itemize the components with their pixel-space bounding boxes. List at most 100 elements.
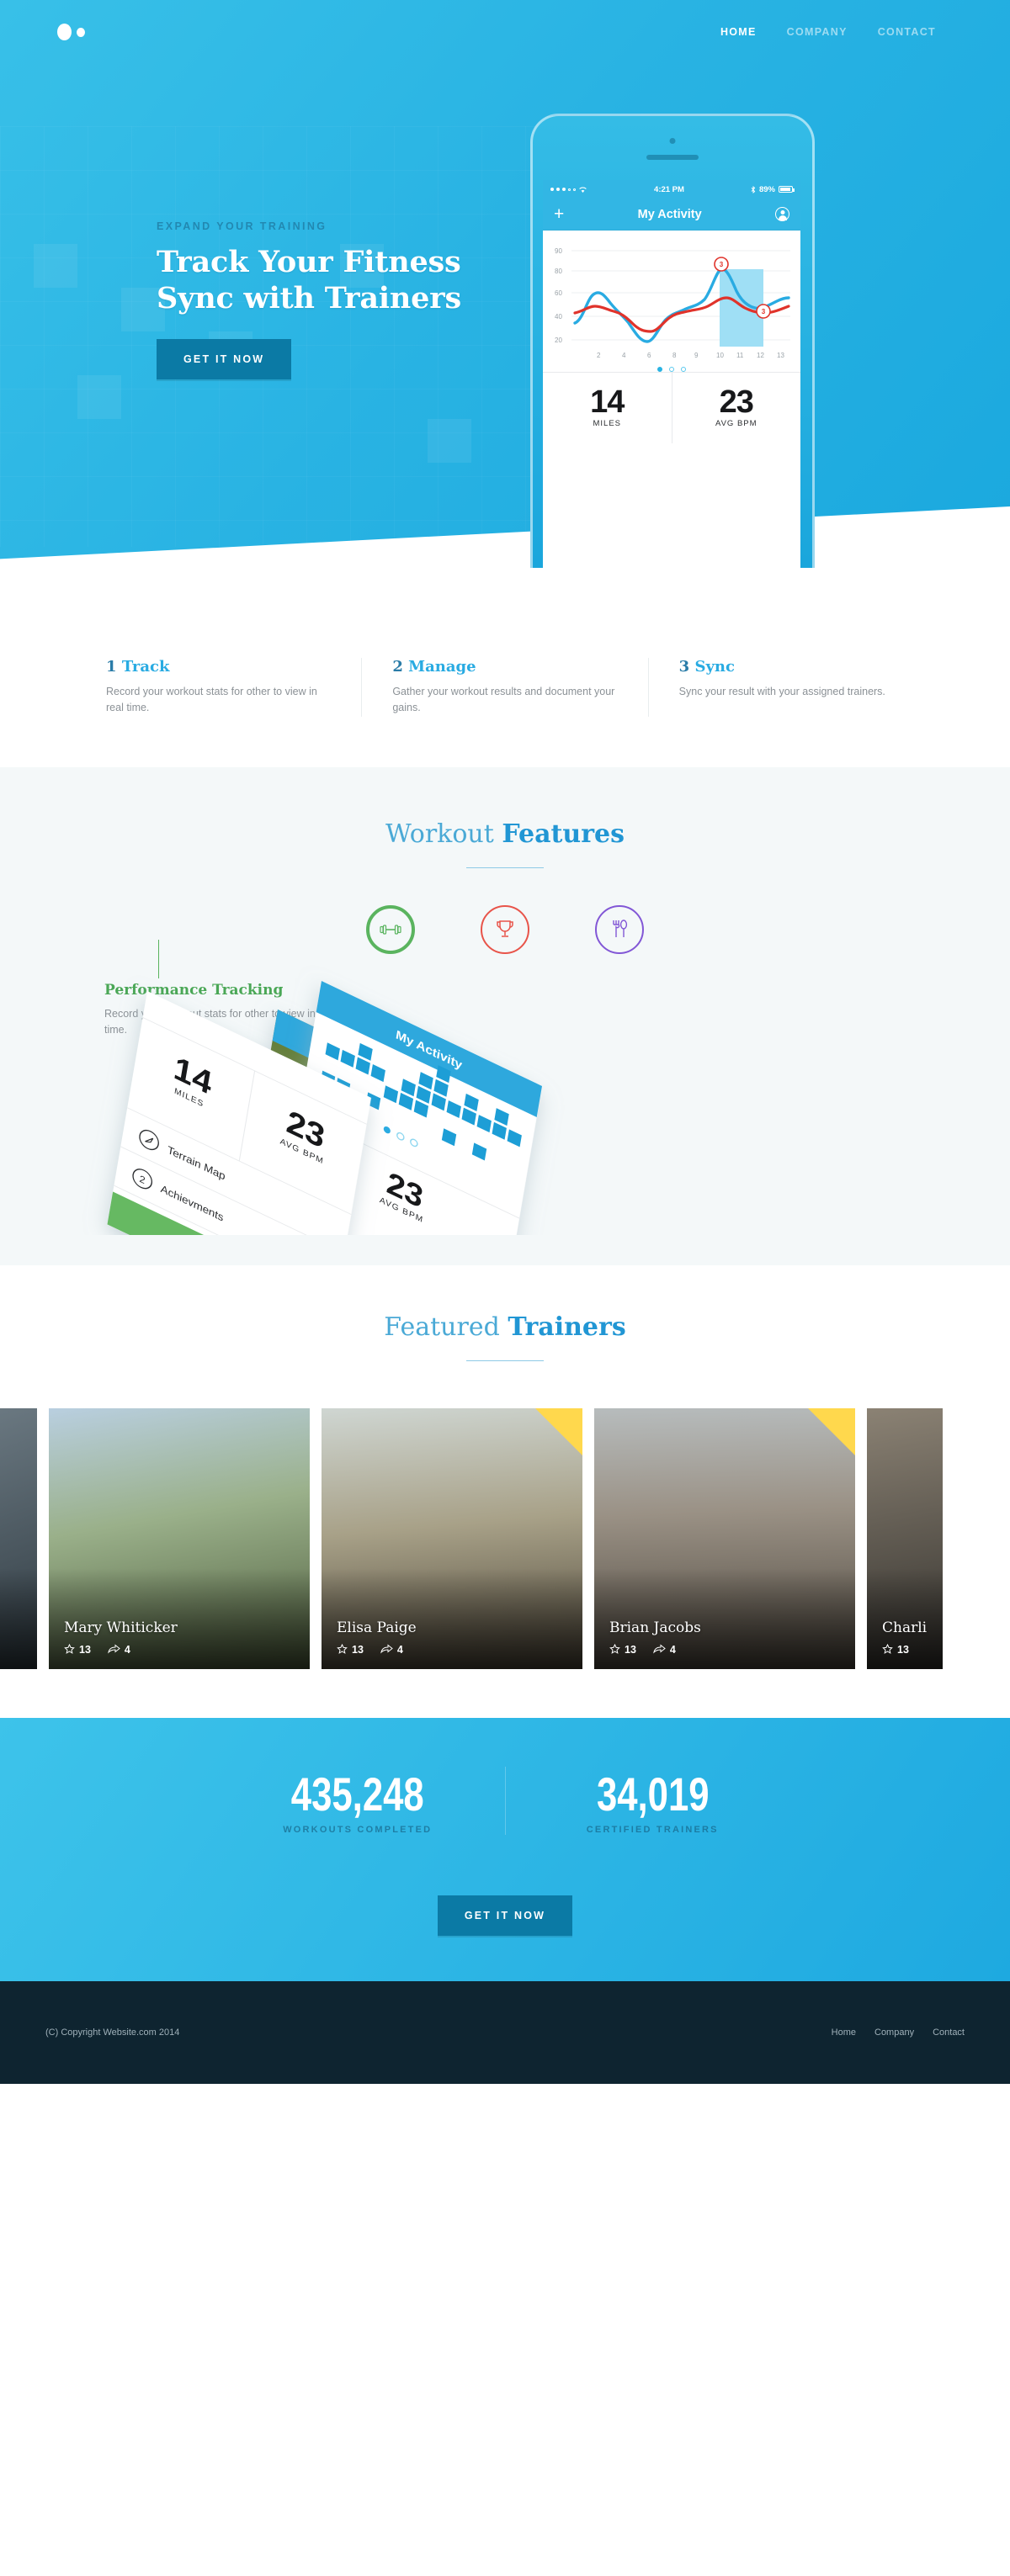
- phone-status-bar: 4:21 PM 89%: [543, 180, 800, 199]
- stat-miles: 14 MILES: [543, 373, 672, 443]
- site-footer: (C) Copyright Website.com 2014 Home Comp…: [0, 1980, 1010, 2084]
- page-title: Track Your Fitness Sync with Trainers: [157, 244, 518, 317]
- pager-dot[interactable]: [681, 367, 686, 372]
- trainer-share-value: 4: [669, 1643, 676, 1656]
- phone-stat-row: 14 MILES 23 AVG BPM: [543, 372, 800, 443]
- svg-text:20: 20: [555, 337, 562, 344]
- trainer-share-value: 4: [396, 1643, 403, 1656]
- footer-inner: (C) Copyright Website.com 2014 Home Comp…: [45, 2027, 965, 2038]
- svg-text:10: 10: [716, 352, 724, 359]
- nav-item-company[interactable]: COMPANY: [787, 26, 848, 38]
- features-title-light: Workout: [385, 819, 494, 849]
- svg-text:3: 3: [762, 308, 766, 315]
- trainer-card-brian[interactable]: Brian Jacobs 13 4: [594, 1407, 855, 1669]
- star-icon: [64, 1644, 75, 1655]
- trainer-name: Elisa Paige: [337, 1619, 417, 1636]
- hero-cta-button[interactable]: GET IT NOW: [157, 338, 292, 379]
- phone-mockup: 4:21 PM 89% + My Activity 90 80 60 40 20…: [530, 114, 815, 568]
- trainer-name: Brian Jacobs: [609, 1619, 701, 1636]
- trainer-stats: 13 4: [609, 1644, 701, 1656]
- svg-text:40: 40: [555, 313, 562, 321]
- wifi-icon: [579, 186, 587, 193]
- feature-icon-row: [0, 904, 1010, 954]
- trainer-stats: 13: [882, 1644, 927, 1656]
- stat-bpm: 23 AVG BPM: [671, 373, 801, 443]
- trainer-rating: 13: [882, 1644, 909, 1656]
- share-icon: [108, 1644, 120, 1654]
- logo-circle-small: [77, 27, 85, 37]
- features-section: Workout Features Performance Tracking Re…: [0, 766, 1010, 1351]
- svg-text:8: 8: [672, 352, 677, 359]
- featured-corner-badge: [808, 1407, 855, 1455]
- nav-item-contact[interactable]: CONTACT: [878, 26, 936, 38]
- footer-nav-home[interactable]: Home: [832, 2027, 856, 2038]
- features-title-bold: Features: [502, 819, 625, 849]
- chart-annotation: 3: [756, 304, 771, 319]
- stat-value: 23: [719, 384, 754, 420]
- stat-label: AVG BPM: [715, 419, 758, 428]
- footer-nav-contact[interactable]: Contact: [933, 2027, 965, 2038]
- trophy-icon: [497, 920, 513, 937]
- battery-icon: [778, 186, 795, 193]
- stat-value: 14: [590, 384, 625, 420]
- trainer-shares: 4: [108, 1644, 130, 1656]
- stats-cta-wrap: GET IT NOW: [0, 1874, 1010, 1936]
- hero-title-line2: Sync with Trainers: [157, 281, 461, 316]
- hero-eyebrow: EXPAND YOUR TRAINING: [157, 220, 327, 232]
- svg-text:4: 4: [622, 352, 626, 359]
- footer-nav-company[interactable]: Company: [874, 2027, 914, 2038]
- trainer-rating: 13: [609, 1644, 636, 1656]
- pager-dot[interactable]: [669, 367, 674, 372]
- stats-cta-button[interactable]: GET IT NOW: [437, 1895, 573, 1936]
- featured-corner-badge: [535, 1407, 582, 1455]
- hero-square: [34, 244, 77, 288]
- feature-tab-performance[interactable]: [366, 904, 415, 954]
- svg-text:11: 11: [736, 352, 744, 359]
- trainer-share-value: 4: [124, 1643, 130, 1656]
- chart-pagination[interactable]: [550, 367, 794, 372]
- stat-value: 34,019: [596, 1767, 710, 1821]
- copyright-text: (C) Copyright Website.com 2014: [45, 2027, 180, 2038]
- status-time: 4:21 PM: [654, 184, 684, 194]
- isometric-mockups: My Activity 23 AVG BPM 14 MILES 23 AVG B…: [107, 980, 542, 1351]
- trainer-shares: 4: [380, 1644, 403, 1656]
- feature-tab-nutrition[interactable]: [595, 904, 644, 954]
- trainer-card-partial-left[interactable]: [0, 1407, 37, 1669]
- title-underline: [466, 867, 544, 868]
- svg-text:3: 3: [720, 261, 724, 268]
- step-title: Sync: [694, 658, 735, 676]
- svg-text:90: 90: [555, 247, 562, 255]
- features-title: Workout Features: [0, 819, 1010, 849]
- activity-chart: 90 80 60 40 20 24 68 9 10 11 12 13 3 3: [543, 231, 800, 372]
- svg-text:80: 80: [555, 268, 562, 275]
- step-description: Sync your result with your assigned trai…: [678, 686, 885, 697]
- profile-icon[interactable]: [775, 207, 789, 221]
- nav-item-home[interactable]: HOME: [720, 26, 757, 38]
- step-title: Manage: [408, 658, 476, 676]
- trainer-rating: 13: [64, 1644, 91, 1656]
- stats-row: 435,248 WORKOUTS COMPLETED 34,019 CERTIF…: [210, 1766, 800, 1835]
- steps-section: 1 Track Record your workout stats for ot…: [76, 606, 934, 767]
- step-number: 2: [392, 658, 403, 676]
- trainer-card-elisa[interactable]: Elisa Paige 13 4: [322, 1407, 582, 1669]
- trainer-card-charlie[interactable]: Charli 13: [867, 1407, 943, 1669]
- stats-section: 435,248 WORKOUTS COMPLETED 34,019 CERTIF…: [0, 1717, 1010, 1981]
- pager-dot[interactable]: [657, 367, 662, 372]
- phone-camera-icon: [669, 138, 676, 144]
- step-number: 1: [106, 658, 117, 676]
- trainer-name: Mary Whiticker: [64, 1619, 178, 1636]
- step-track: 1 Track Record your workout stats for ot…: [76, 658, 361, 717]
- bluetooth-icon: [751, 185, 756, 193]
- hero-copy: EXPAND YOUR TRAINING Track Your Fitness …: [157, 220, 518, 379]
- logo[interactable]: [50, 24, 85, 40]
- add-icon[interactable]: +: [554, 205, 564, 223]
- step-description: Record your workout stats for other to v…: [106, 686, 317, 714]
- isometric-mockup-stage: My Activity 23 AVG BPM 14 MILES 23 AVG B…: [0, 957, 1010, 1351]
- trainer-card-mary[interactable]: Mary Whiticker 13 4: [49, 1407, 310, 1669]
- trainer-card-row: Mary Whiticker 13 4 Elisa Paige 13 4 Bri…: [0, 1407, 1010, 1669]
- step-title: Track: [121, 658, 170, 676]
- logo-circle-large: [57, 24, 72, 40]
- svg-text:12: 12: [757, 352, 764, 359]
- feature-tab-achievements[interactable]: [481, 904, 529, 954]
- trainer-stats: 13 4: [337, 1644, 417, 1656]
